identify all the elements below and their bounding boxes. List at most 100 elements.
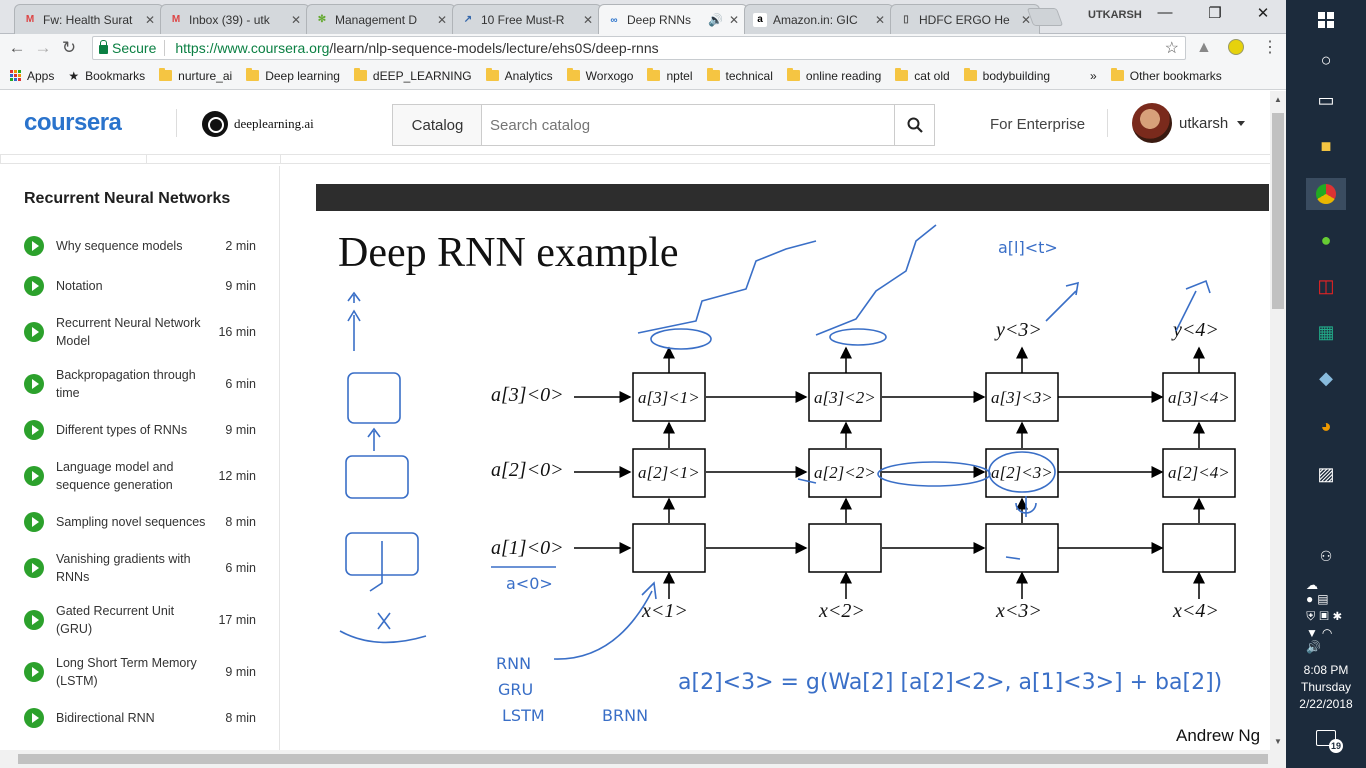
speaker-icon[interactable]: 🔊 — [708, 13, 723, 27]
app-icon[interactable]: ◆ — [1306, 362, 1346, 394]
reload-icon[interactable]: ↻ — [56, 38, 82, 58]
bookmark-label: nurture_ai — [178, 68, 233, 83]
bookmark-folder[interactable]: bodybuilding — [963, 68, 1050, 83]
utorrent-icon[interactable]: ● — [1306, 224, 1346, 256]
lesson-item[interactable]: Language model and sequence generation 12… — [24, 458, 256, 494]
minimize-icon[interactable]: — — [1150, 4, 1180, 21]
lesson-item[interactable]: Notation 9 min — [24, 276, 256, 296]
bookmark-folder[interactable]: Deep learning — [246, 68, 340, 83]
bookmark-star-icon[interactable]: ☆ — [1165, 38, 1179, 58]
bookmark-folder[interactable]: Worxogo — [566, 68, 633, 83]
gmail-icon: M — [171, 14, 181, 25]
search-button[interactable] — [894, 104, 935, 146]
avatar[interactable] — [1132, 103, 1172, 143]
restore-icon[interactable]: ❐ — [1200, 4, 1230, 22]
cortana-icon[interactable]: ○ — [1306, 44, 1346, 76]
scroll-up-icon[interactable]: ▲ — [1274, 95, 1282, 104]
folder-icon — [1110, 68, 1124, 81]
lesson-item[interactable]: Sampling novel sequences 8 min — [24, 512, 256, 532]
bookmark-bookmarks[interactable]: ★ Bookmarks — [68, 69, 145, 83]
new-tab-button[interactable] — [1026, 8, 1064, 26]
lesson-item[interactable]: Why sequence models 2 min — [24, 236, 256, 256]
scrollbar-thumb[interactable] — [18, 754, 1268, 764]
bookmark-folder[interactable]: technical — [706, 68, 773, 83]
bookmarks-overflow-button[interactable]: » — [1090, 69, 1097, 83]
search-input[interactable] — [481, 104, 895, 146]
for-enterprise-link[interactable]: For Enterprise — [990, 116, 1085, 133]
chrome-icon[interactable] — [1306, 178, 1346, 210]
play-icon — [24, 466, 44, 486]
paint-icon[interactable]: ◕ — [1306, 410, 1346, 442]
close-tab-icon[interactable]: ✕ — [291, 13, 301, 27]
horizontal-scrollbar[interactable] — [0, 750, 1286, 768]
lesson-item[interactable]: Long Short Term Memory (LSTM) 9 min — [24, 654, 256, 690]
catalog-button[interactable]: Catalog — [392, 104, 482, 146]
tab-title: Amazon.in: GIC — [773, 12, 858, 27]
back-icon[interactable]: ← — [4, 38, 30, 58]
handwritten-note: GRU — [498, 680, 533, 699]
tab-gmail-inbox[interactable]: M Inbox (39) - utk ✕ — [160, 4, 310, 34]
lesson-item[interactable]: Gated Recurrent Unit (GRU) 17 min — [24, 602, 256, 638]
forward-icon[interactable]: → — [30, 38, 56, 58]
partner-logo[interactable]: deeplearning.ai — [202, 111, 314, 137]
lesson-item[interactable]: Recurrent Neural Network Model 16 min — [24, 314, 256, 350]
close-tab-icon[interactable]: ✕ — [875, 13, 885, 27]
bookmark-folder[interactable]: online reading — [786, 68, 881, 83]
tray-icons[interactable]: ▼◠🔊 — [1306, 624, 1346, 656]
star-icon: ★ — [68, 68, 80, 83]
scroll-down-icon[interactable]: ▼ — [1274, 737, 1282, 746]
lesson-item[interactable]: Different types of RNNs 9 min — [24, 420, 256, 440]
url-path: /learn/nlp-sequence-models/lecture/ehs0S… — [329, 40, 659, 56]
notification-icon[interactable]: 19 — [1316, 730, 1343, 753]
bookmark-folder[interactable]: Analytics — [485, 68, 553, 83]
chevron-down-icon[interactable] — [1237, 121, 1245, 126]
lesson-item[interactable]: Bidirectional RNN 8 min — [24, 708, 256, 728]
play-icon — [24, 236, 44, 256]
windows-start-icon[interactable] — [1306, 4, 1346, 36]
photos-icon[interactable]: ▨ — [1306, 458, 1346, 490]
bookmark-apps[interactable]: Apps — [10, 69, 54, 83]
extension-icon[interactable] — [1228, 39, 1244, 55]
bookmark-other[interactable]: Other bookmarks — [1110, 68, 1222, 83]
output-label: y<3> — [994, 319, 1042, 341]
bookmark-label: Apps — [27, 68, 55, 83]
profile-name[interactable]: UTKARSH — [1088, 9, 1142, 21]
drive-icon[interactable]: ▲ — [1196, 39, 1212, 57]
lesson-item[interactable]: Vanishing gradients with RNNs 6 min — [24, 550, 256, 586]
play-icon — [24, 512, 44, 532]
vertical-scrollbar[interactable]: ▲ ▼ — [1270, 91, 1286, 750]
tab-deep-rnns[interactable]: ∞ Deep RNNs 🔊 ✕ — [598, 4, 748, 35]
clock[interactable]: 8:08 PM Thursday 2/22/2018 — [1286, 662, 1366, 713]
close-tab-icon[interactable]: ✕ — [145, 13, 155, 27]
close-tab-icon[interactable]: ✕ — [583, 13, 593, 27]
bookmark-folder[interactable]: nptel — [647, 68, 693, 83]
scrollbar-thumb[interactable] — [1272, 113, 1284, 309]
menu-icon[interactable]: ⋮ — [1262, 37, 1278, 57]
tab-amazon[interactable]: a Amazon.in: GIC ✕ — [744, 4, 894, 34]
input-label: x<4> — [1172, 600, 1219, 622]
people-icon[interactable]: ⚇ — [1306, 540, 1346, 572]
task-view-icon[interactable]: ▭ — [1306, 84, 1346, 116]
username[interactable]: utkarsh — [1179, 115, 1228, 132]
tab-free-must-read[interactable]: ↗ 10 Free Must-R ✕ — [452, 4, 602, 34]
close-tab-icon[interactable]: ✕ — [437, 13, 447, 27]
tab-hdfc[interactable]: ▯ HDFC ERGO He ✕ — [890, 4, 1040, 34]
tab-gmail-health[interactable]: M Fw: Health Surat ✕ — [14, 4, 164, 34]
secure-indicator[interactable]: Secure — [99, 39, 156, 56]
bookmark-folder[interactable]: nurture_ai — [159, 68, 233, 83]
coursera-logo[interactable]: coursera — [24, 109, 122, 137]
tab-management[interactable]: ✻ Management D ✕ — [306, 4, 456, 34]
bookmark-label: Bookmarks — [85, 68, 146, 83]
lesson-duration: 6 min — [225, 561, 256, 575]
file-explorer-icon[interactable]: ■ — [1306, 130, 1346, 162]
bookmark-folder[interactable]: cat old — [895, 68, 950, 83]
bookmark-folder[interactable]: dEEP_LEARNING — [353, 68, 472, 83]
close-tab-icon[interactable]: ✕ — [729, 13, 739, 27]
address-bar[interactable]: Secure https://www.coursera.org/learn/nl… — [92, 36, 1186, 60]
video-player[interactable]: Deep RNN example a[3]<0> a[2]<0> a[1]<0> — [316, 211, 1269, 746]
lesson-item[interactable]: Backpropagation through time 6 min — [24, 366, 256, 402]
excel-icon[interactable]: ▦ — [1306, 316, 1346, 348]
acrobat-icon[interactable]: ◫ — [1306, 270, 1346, 302]
lesson-label: Why sequence models — [56, 239, 183, 253]
close-window-icon[interactable]: ✕ — [1248, 4, 1278, 22]
